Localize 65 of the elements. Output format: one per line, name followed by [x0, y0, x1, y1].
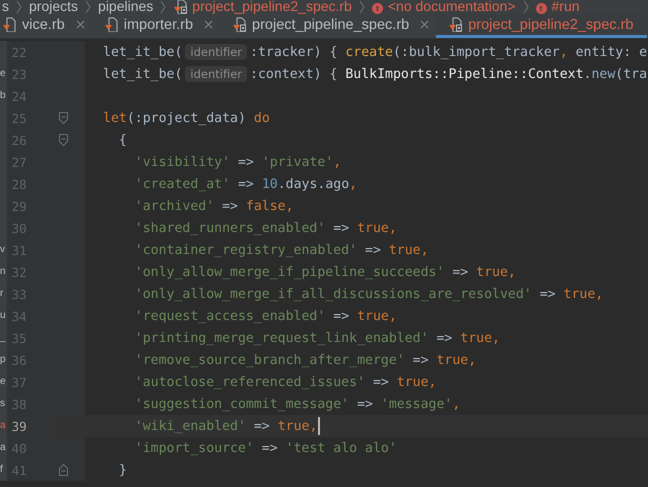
panel-text: p	[0, 354, 6, 366]
panel-text: n	[0, 266, 6, 278]
panel-text: e	[0, 68, 6, 80]
fold-icon	[58, 112, 68, 124]
code-text: let_it_be(	[103, 44, 182, 60]
close-icon	[420, 20, 430, 29]
code-text: {	[118, 132, 127, 148]
panel-text: v	[0, 244, 5, 256]
chevron-icon	[16, 0, 22, 14]
code-text: let(:project_data) do	[103, 110, 270, 126]
file-tab[interactable]: project_pipeline2_spec.rb	[436, 14, 648, 38]
code-text: 'remove_source_branch_after_merge' => true,	[134, 352, 476, 368]
code-text: let_it_be(	[103, 66, 182, 82]
panel-text: _	[0, 332, 6, 344]
code-text: 'only_allow_merge_if_pipeline_succeeds' => true,	[134, 264, 516, 280]
breadcrumb-item[interactable]: #run	[552, 0, 580, 14]
close-icon	[76, 20, 85, 29]
inlay-hint: identifier	[185, 44, 248, 60]
file-tab[interactable]: vice.rb	[0, 14, 92, 38]
close-icon	[204, 20, 214, 29]
code-text: 'archived' => false,	[134, 198, 294, 214]
panel-text: s	[0, 398, 5, 410]
member-icon: t	[536, 3, 547, 14]
fold-icon	[58, 464, 68, 476]
code-text: 'container_registry_enabled' => true,	[134, 242, 429, 258]
breadcrumb-item[interactable]: pipelines	[98, 0, 154, 14]
text-cursor	[318, 417, 320, 435]
code-text: 'visibility' => 'private',	[134, 154, 342, 170]
ruby-file-icon	[2, 17, 16, 32]
breadcrumb-item[interactable]: project_pipeline2_spec.rb	[192, 0, 352, 14]
inlay-hint: identifier	[185, 66, 248, 82]
chevron-icon	[85, 0, 92, 14]
code-text: 'suggestion_commit_message' => 'message',	[134, 396, 460, 412]
panel-text: u	[0, 310, 6, 322]
code-text: }	[118, 462, 127, 478]
line-number: 39	[10, 418, 27, 434]
file-tab[interactable]: importer.rb	[92, 14, 220, 38]
panel-text: b	[0, 90, 6, 102]
breadcrumb-item[interactable]: projects	[29, 0, 78, 14]
chevron-icon	[160, 0, 166, 14]
code-text: 'request_access_enabled' => true,	[134, 308, 397, 324]
code-text: 'shared_runners_enabled' => true,	[134, 220, 397, 236]
panel-text: e	[0, 376, 6, 388]
code-text: 'autoclose_referenced_issues' => true,	[134, 374, 436, 390]
file-tab[interactable]: project_pipeline_spec.rb	[220, 14, 436, 38]
panel-text: a	[0, 420, 6, 432]
code-text: 'created_at' => 10.days.ago,	[134, 176, 358, 192]
code-text: :context) { BulkImports::Pipeline::Context.new(tra	[250, 66, 648, 82]
panel-text: f	[0, 464, 3, 476]
member-icon: t	[372, 3, 383, 14]
panel-text: a	[0, 442, 6, 454]
chevron-icon	[358, 0, 365, 14]
code-text: 'only_allow_merge_if_all_discussions_are_resolved' => true,	[134, 286, 604, 302]
code-text: :tracker) { create(:bulk_import_tracker, entity: e	[250, 44, 648, 60]
breadcrumb-item[interactable]: s	[2, 0, 9, 14]
code-text: 'wiki_enabled' => true,	[134, 418, 318, 434]
breadcrumb-item[interactable]: <no documentation>	[388, 0, 516, 14]
fold-icon	[58, 134, 68, 146]
code-text: 'import_source' => 'test alo alo'	[134, 440, 397, 456]
chevron-icon	[522, 0, 529, 14]
code-text: 'printing_merge_request_link_enabled' => true,	[134, 330, 500, 346]
ruby-file-icon	[104, 17, 118, 32]
panel-text: r	[0, 288, 4, 300]
ruby-file-icon	[448, 17, 462, 32]
ruby-file-icon	[232, 17, 246, 32]
